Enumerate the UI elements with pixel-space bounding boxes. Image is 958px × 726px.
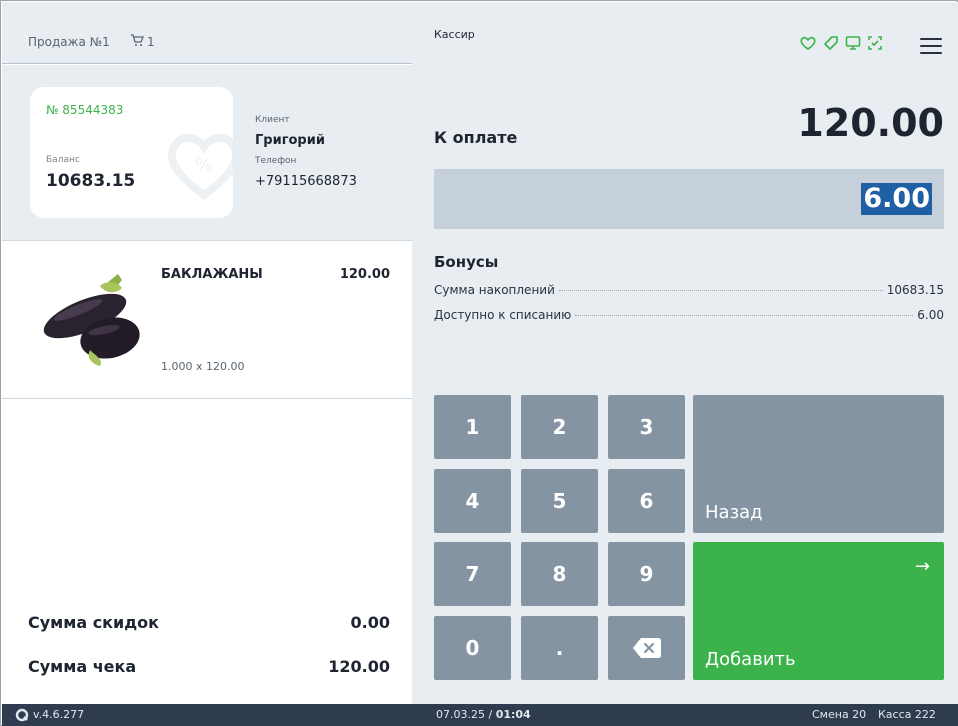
bonus-amount-value: 6.00: [861, 183, 932, 215]
monitor-icon[interactable]: [844, 34, 862, 52]
discount-value: 0.00: [350, 613, 390, 632]
status-date: 07.03.25: [436, 708, 485, 721]
bonus-row-label: Сумма накоплений: [434, 283, 555, 297]
key-backspace[interactable]: [608, 616, 685, 680]
heart-watermark-icon: %: [167, 134, 233, 200]
discount-label: Сумма скидок: [28, 613, 160, 632]
back-button-label: Назад: [705, 502, 763, 523]
key-3[interactable]: 3: [608, 395, 685, 459]
bonus-row-available: Доступно к списанию 6.00: [434, 308, 944, 326]
status-register: Касса 222: [878, 708, 936, 721]
left-panel: Продажа №1 1 № 85544383 Баланс 10683.15 …: [2, 2, 412, 704]
card-number: № 85544383: [46, 103, 124, 117]
back-button[interactable]: Назад: [693, 395, 944, 533]
client-block: № 85544383 Баланс 10683.15 % Клиент Григ…: [2, 65, 412, 241]
item-name: БАКЛАЖАНЫ: [161, 267, 263, 282]
key-8[interactable]: 8: [521, 542, 598, 606]
card-balance-label: Баланс: [46, 155, 80, 165]
key-1[interactable]: 1: [434, 395, 511, 459]
app-logo-icon: [15, 708, 29, 722]
status-time: 01:04: [495, 708, 531, 721]
cart-item[interactable]: БАКЛАЖАНЫ 120.00 1.000 x 120.00: [2, 242, 412, 399]
item-quantity: 1.000 x 120.00: [161, 360, 245, 373]
tag-icon[interactable]: [822, 34, 840, 52]
phone-label: Телефон: [255, 156, 297, 166]
client-name: Григорий: [255, 133, 325, 148]
check-total-label: Сумма чека: [28, 657, 137, 676]
loyalty-card[interactable]: № 85544383 Баланс 10683.15 %: [30, 87, 233, 218]
status-bar: v.4.6.277 07.03.25 / 01:04 Смена 20 Касс…: [2, 704, 958, 726]
add-button[interactable]: → Добавить: [693, 542, 944, 680]
svg-text:%: %: [195, 155, 212, 176]
eggplant-image: [43, 274, 140, 366]
bonus-amount-input[interactable]: 6.00: [434, 169, 944, 229]
check-total-value: 120.00: [328, 657, 390, 676]
heart-icon[interactable]: [799, 34, 817, 52]
cashier-label: Кассир: [434, 28, 475, 41]
status-shift: Смена 20: [812, 708, 867, 721]
status-datetime: 07.03.25 / 01:04: [436, 708, 531, 721]
bonus-row-value: 10683.15: [886, 283, 944, 297]
key-9[interactable]: 9: [608, 542, 685, 606]
backspace-icon: [632, 638, 661, 658]
phone-value: +79115668873: [255, 174, 357, 189]
key-6[interactable]: 6: [608, 469, 685, 533]
bonus-title: Бонусы: [434, 253, 499, 271]
sale-header: Продажа №1 1: [2, 2, 412, 64]
to-pay-value: 120.00: [797, 101, 944, 145]
sale-title: Продажа №1: [28, 35, 110, 49]
add-button-label: Добавить: [705, 649, 796, 670]
app-version: v.4.6.277: [33, 708, 85, 721]
menu-icon[interactable]: [920, 38, 942, 54]
key-0[interactable]: 0: [434, 616, 511, 680]
item-price: 120.00: [339, 267, 390, 282]
card-balance: 10683.15: [46, 171, 136, 191]
key-7[interactable]: 7: [434, 542, 511, 606]
cart-count: 1: [147, 35, 155, 49]
dotted-leader: [575, 315, 914, 316]
key-dot[interactable]: .: [521, 616, 598, 680]
right-panel: Кассир К оплате 120.00 6.00 Бонусы Сумма…: [412, 2, 958, 704]
bonus-row-accumulated: Сумма накоплений 10683.15: [434, 283, 944, 301]
discount-row: Сумма скидок 0.00: [28, 613, 390, 637]
cart-icon: [131, 34, 144, 46]
arrow-right-icon: →: [914, 556, 930, 577]
key-2[interactable]: 2: [521, 395, 598, 459]
scan-icon[interactable]: [866, 34, 884, 52]
to-pay-label: К оплате: [434, 128, 518, 147]
check-total-row: Сумма чека 120.00: [28, 657, 390, 681]
bonus-row-label: Доступно к списанию: [434, 308, 572, 322]
app-frame: Продажа №1 1 № 85544383 Баланс 10683.15 …: [0, 0, 958, 726]
client-label: Клиент: [255, 115, 290, 125]
dotted-leader: [558, 290, 883, 291]
key-4[interactable]: 4: [434, 469, 511, 533]
key-5[interactable]: 5: [521, 469, 598, 533]
bonus-row-value: 6.00: [917, 308, 944, 322]
